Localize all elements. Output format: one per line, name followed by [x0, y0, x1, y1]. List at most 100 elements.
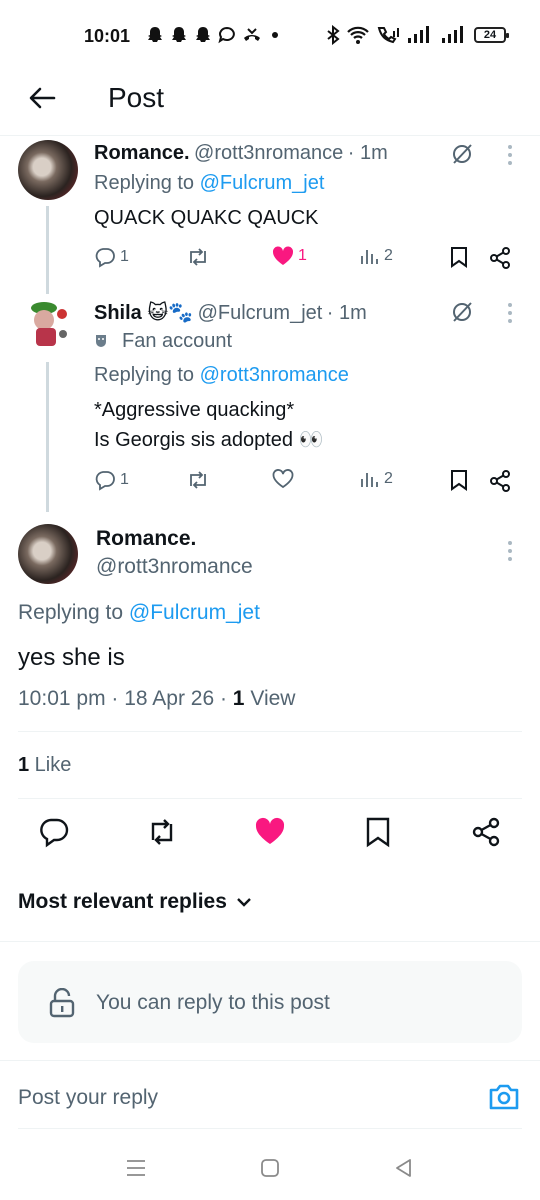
heart-filled-icon[interactable]	[254, 816, 286, 848]
tweet-text: QUACK QUAKC QAUCK	[94, 207, 319, 229]
top-app-bar: Post	[0, 70, 540, 136]
reply-permission-notice: You can reply to this post	[18, 961, 522, 1043]
thread-connector	[46, 206, 49, 290]
replying-to-label: Replying to	[18, 601, 129, 624]
reply-count: 1	[120, 471, 129, 488]
divider	[0, 941, 540, 942]
bookmark-icon[interactable]	[362, 816, 394, 848]
post-meta: 10:01 pm · 18 Apr 26 · 1 View	[18, 687, 295, 711]
theater-masks-icon	[96, 334, 106, 347]
snapchat-icon	[148, 27, 162, 42]
more-options-icon[interactable]	[506, 540, 514, 562]
thread-tweet[interactable]: Shila 😺🐾 @Fulcrum_jet · 1m Fan account R…	[0, 286, 540, 512]
repost-icon[interactable]	[146, 816, 178, 848]
avatar[interactable]	[18, 294, 78, 354]
more-options-icon[interactable]	[506, 302, 514, 324]
replying-to-handle[interactable]: @Fulcrum_jet	[129, 601, 260, 624]
status-bar: 10:01 24	[0, 0, 540, 70]
replies-sort-label: Most relevant replies	[18, 890, 227, 913]
signal-icon	[408, 26, 429, 43]
tweet-header: Shila 😺🐾 @Fulcrum_jet · 1m	[94, 300, 367, 325]
repost-icon	[190, 471, 206, 489]
bookmark-icon[interactable]	[450, 246, 468, 268]
tweet-header: Romance. @rott3nromance · 1m	[94, 142, 388, 165]
views-button[interactable]: 2	[360, 469, 393, 489]
display-name[interactable]: Romance.	[94, 142, 190, 164]
avatar[interactable]	[18, 140, 78, 200]
more-options-icon[interactable]	[506, 144, 514, 166]
thread-connector	[46, 286, 49, 294]
handle[interactable]: @Fulcrum_jet	[198, 302, 323, 324]
replying-to-handle[interactable]: @rott3nromance	[200, 364, 349, 386]
tweet-actions: 1 2	[94, 469, 524, 495]
share-icon[interactable]	[470, 816, 502, 848]
replying-to-handle[interactable]: @Fulcrum_jet	[200, 172, 325, 194]
like-button[interactable]	[272, 469, 298, 489]
handle[interactable]: @rott3nromance	[96, 555, 253, 579]
divider	[18, 731, 522, 732]
back-icon[interactable]	[392, 1156, 416, 1180]
repost-button[interactable]	[186, 469, 214, 491]
notification-icons	[146, 26, 278, 44]
post-timestamp: 10:01 pm · 18 Apr 26 ·	[18, 687, 233, 710]
divider	[18, 798, 522, 799]
system-nav-bar	[0, 1140, 540, 1200]
battery-level: 24	[483, 29, 497, 41]
display-name[interactable]: Romance.	[96, 527, 196, 551]
camera-icon[interactable]	[488, 1083, 520, 1111]
chevron-down-icon	[237, 898, 251, 907]
view-count: 1	[232, 687, 245, 710]
wifi-calling-icon	[377, 27, 399, 44]
unlock-icon	[49, 988, 75, 1018]
replying-to: Replying to @rott3nromance	[94, 364, 349, 387]
reply-input[interactable]: Post your reply	[18, 1086, 158, 1110]
reply-button[interactable]: 1	[94, 469, 129, 491]
replying-to-label: Replying to	[94, 172, 200, 194]
reply-composer[interactable]: Post your reply	[0, 1060, 540, 1130]
reply-icon	[95, 248, 115, 268]
replying-to-label: Replying to	[94, 364, 200, 386]
repost-button[interactable]	[186, 246, 214, 268]
account-label: Fan account	[94, 330, 232, 353]
like-count: 1	[298, 247, 307, 264]
view-label: View	[244, 687, 296, 710]
grok-icon[interactable]	[450, 300, 474, 324]
reply-icon[interactable]	[38, 816, 70, 848]
bookmark-icon[interactable]	[450, 469, 468, 491]
snapchat-icon	[196, 27, 210, 42]
handle[interactable]: @rott3nromance	[194, 142, 343, 164]
tweet-text-line: Is Georgis sis adopted 👀	[94, 429, 324, 451]
view-count: 2	[384, 247, 393, 264]
thread-tweet[interactable]: Romance. @rott3nromance · 1m Replying to…	[0, 136, 540, 290]
signal-icon	[442, 26, 463, 43]
avatar[interactable]	[18, 524, 78, 584]
home-icon[interactable]	[258, 1156, 282, 1180]
post-time: · 1m	[326, 302, 367, 324]
share-icon[interactable]	[488, 469, 512, 493]
replies-sort-dropdown[interactable]: Most relevant replies	[18, 890, 253, 914]
menu-icon[interactable]	[124, 1156, 148, 1180]
wifi-icon	[347, 26, 369, 44]
back-arrow-icon[interactable]	[26, 82, 58, 114]
page-title: Post	[108, 82, 165, 113]
thread-connector	[46, 362, 49, 512]
like-label: Like	[29, 754, 72, 776]
like-button[interactable]: 1	[272, 246, 307, 266]
display-name[interactable]: Shila 😺🐾	[94, 302, 193, 324]
view-count: 2	[384, 470, 393, 487]
likes-summary[interactable]: 1 Like	[18, 754, 71, 777]
analytics-icon	[361, 473, 378, 487]
views-button[interactable]: 2	[360, 246, 393, 266]
replying-to: Replying to @Fulcrum_jet	[18, 601, 260, 625]
replying-to: Replying to @Fulcrum_jet	[94, 172, 324, 195]
reply-permission-text: You can reply to this post	[96, 991, 330, 1014]
bluetooth-icon	[327, 25, 340, 45]
like-count: 1	[18, 754, 30, 776]
fan-account-label: Fan account	[122, 330, 233, 352]
share-icon[interactable]	[488, 246, 512, 270]
reply-button[interactable]: 1	[94, 246, 129, 268]
grok-icon[interactable]	[450, 142, 474, 166]
avatar-image	[31, 302, 67, 346]
reply-icon	[95, 471, 115, 491]
battery-icon: 24	[474, 27, 509, 43]
